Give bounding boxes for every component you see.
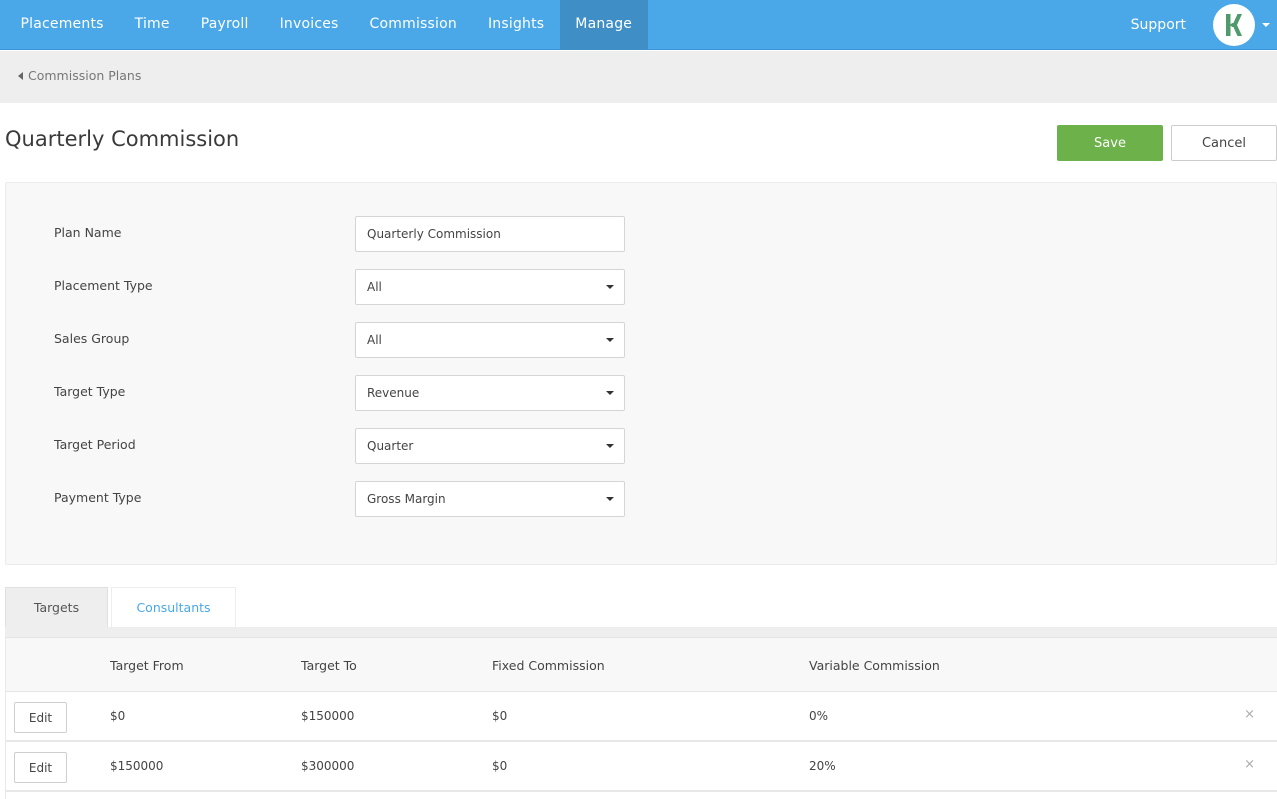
cell-variable-commission: 0% [809,709,829,723]
table-header-row: Target From Target To Fixed Commission V… [5,638,1277,692]
k-logo-icon [1226,14,1242,36]
form-row-plan-name: Plan Name [6,216,1276,252]
column-header-target-to: Target To [301,658,357,673]
targets-table: Target From Target To Fixed Commission V… [5,638,1277,792]
tab-consultants[interactable]: Consultants [111,587,236,628]
nav-item-payroll[interactable]: Payroll [185,0,264,50]
caret-down-icon [606,444,614,448]
breadcrumb-label: Commission Plans [28,68,142,83]
target-type-value: Revenue [367,386,420,400]
cell-target-from: $150000 [110,759,164,773]
sales-group-label: Sales Group [54,331,130,346]
table-row: Edit $0 $150000 $0 0% × [5,692,1277,742]
save-button[interactable]: Save [1057,125,1163,161]
caret-left-icon [18,71,23,80]
form-row-target-type: Target Type Revenue [6,375,1276,411]
target-period-label: Target Period [54,437,136,452]
top-navigation-bar: Placements Time Payroll Invoices Commiss… [0,0,1277,50]
breadcrumb-back-link[interactable]: Commission Plans [18,68,141,83]
target-period-value: Quarter [367,439,414,453]
nav-item-time[interactable]: Time [119,0,185,50]
placement-type-label: Placement Type [54,278,153,293]
tab-targets[interactable]: Targets [5,587,108,628]
payment-type-select[interactable]: Gross Margin [355,481,625,517]
form-row-sales-group: Sales Group All [6,322,1276,358]
target-type-select[interactable]: Revenue [355,375,625,411]
close-icon[interactable]: × [1244,707,1255,722]
column-header-fixed-commission: Fixed Commission [492,658,605,673]
chevron-down-icon[interactable] [1262,23,1270,27]
payment-type-value: Gross Margin [367,492,446,506]
page-title: Quarterly Commission [5,127,240,151]
user-avatar[interactable] [1213,4,1255,46]
target-type-label: Target Type [54,384,126,399]
form-row-placement-type: Placement Type All [6,269,1276,305]
nav-item-insights[interactable]: Insights [472,0,559,50]
table-row: Edit $150000 $300000 $0 20% × [5,742,1277,792]
cell-target-to: $150000 [301,709,355,723]
edit-button[interactable]: Edit [14,752,67,783]
placement-type-value: All [367,280,382,294]
edit-button[interactable]: Edit [14,702,67,733]
nav-right: Support [1131,0,1277,50]
plan-name-label: Plan Name [54,225,122,240]
breadcrumb-bar: Commission Plans [0,51,1277,103]
column-header-variable-commission: Variable Commission [809,658,940,673]
caret-down-icon [606,497,614,501]
nav-item-placements[interactable]: Placements [5,0,119,50]
cancel-button[interactable]: Cancel [1171,125,1277,161]
plan-name-input[interactable] [355,216,625,252]
plan-settings-form: Plan Name Placement Type All Sales Group… [5,182,1277,565]
cell-fixed-commission: $0 [492,709,508,723]
caret-down-icon [606,285,614,289]
caret-down-icon [606,391,614,395]
nav-item-invoices[interactable]: Invoices [264,0,354,50]
nav-item-commission[interactable]: Commission [354,0,472,50]
column-header-target-from: Target From [110,658,184,673]
sales-group-value: All [367,333,382,347]
nav-item-manage[interactable]: Manage [559,0,648,50]
placement-type-select[interactable]: All [355,269,625,305]
cell-target-to: $300000 [301,759,355,773]
payment-type-label: Payment Type [54,490,142,505]
main-nav: Placements Time Payroll Invoices Commiss… [5,0,648,50]
cell-target-from: $0 [110,709,126,723]
form-row-target-period: Target Period Quarter [6,428,1276,464]
support-link[interactable]: Support [1131,17,1186,33]
close-icon[interactable]: × [1244,757,1255,772]
target-period-select[interactable]: Quarter [355,428,625,464]
table-left-border [5,638,6,799]
cell-variable-commission: 20% [809,759,836,773]
caret-down-icon [606,338,614,342]
cell-fixed-commission: $0 [492,759,508,773]
sales-group-select[interactable]: All [355,322,625,358]
tab-content-strip [5,627,1277,638]
form-row-payment-type: Payment Type Gross Margin [6,481,1276,517]
